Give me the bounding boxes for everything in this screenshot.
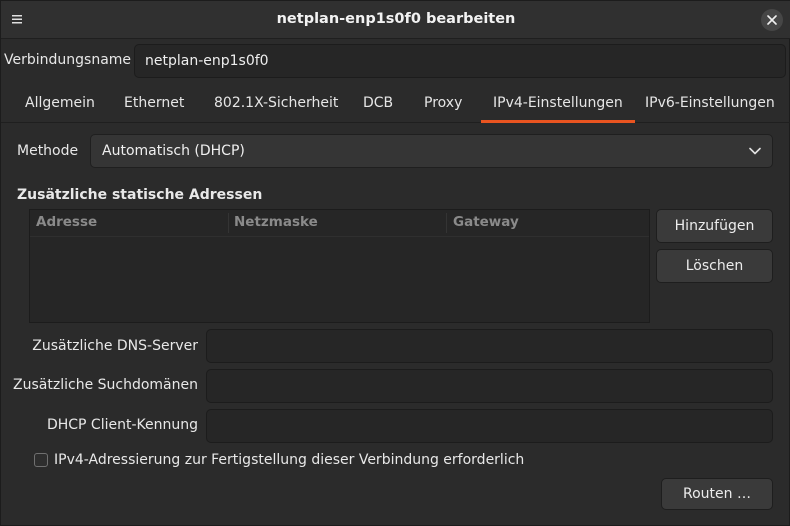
column-header-netmask[interactable]: Netzmaske	[234, 214, 318, 230]
search-domains-label: Zusätzliche Suchdomänen	[13, 377, 198, 393]
dhcp-client-id-input[interactable]	[206, 409, 773, 443]
tab-allgemein[interactable]: Allgemein	[25, 95, 95, 111]
method-dropdown[interactable]: Automatisch (DHCP)	[90, 134, 773, 168]
static-addresses-table[interactable]: Adresse Netzmaske Gateway	[29, 209, 650, 323]
search-domains-input[interactable]	[206, 369, 773, 403]
dns-servers-input[interactable]	[206, 329, 773, 363]
dialog-window: netplan-enp1s0f0 bearbeiten Verbindungsn…	[0, 0, 790, 526]
column-header-address[interactable]: Adresse	[36, 214, 97, 230]
window-title: netplan-enp1s0f0 bearbeiten	[276, 11, 516, 27]
table-header: Adresse Netzmaske Gateway	[30, 210, 649, 237]
dns-servers-label: Zusätzliche DNS-Server	[32, 338, 198, 354]
dhcp-client-id-label: DHCP Client-Kennung	[46, 417, 198, 433]
method-selected-value: Automatisch (DHCP)	[102, 143, 245, 159]
require-ipv4-label[interactable]: IPv4-Adressierung zur Fertigstellung die…	[54, 452, 524, 468]
static-addresses-title: Zusätzliche statische Adressen	[17, 187, 263, 203]
column-divider	[228, 213, 229, 233]
chevron-down-icon	[749, 147, 761, 155]
tab-8021x-security[interactable]: 802.1X-Sicherheit	[214, 95, 338, 111]
tab-bar: Allgemein Ethernet 802.1X-Sicherheit DCB…	[1, 85, 790, 123]
tab-ipv4-settings[interactable]: IPv4-Einstellungen	[481, 95, 635, 123]
require-ipv4-checkbox[interactable]	[34, 453, 48, 467]
delete-address-button[interactable]: Löschen	[656, 249, 773, 283]
routes-button[interactable]: Routen …	[661, 478, 773, 510]
title-bar: netplan-enp1s0f0 bearbeiten	[1, 1, 790, 39]
add-address-button[interactable]: Hinzufügen	[656, 209, 773, 243]
tab-proxy[interactable]: Proxy	[424, 95, 462, 111]
close-icon	[767, 15, 777, 25]
tab-ipv6-settings[interactable]: IPv6-Einstellungen	[645, 95, 775, 111]
column-header-gateway[interactable]: Gateway	[453, 214, 519, 230]
method-label: Methode	[17, 143, 79, 159]
column-divider	[446, 213, 447, 233]
connection-name-label: Verbindungsname	[4, 52, 132, 68]
close-button[interactable]	[761, 9, 783, 31]
tab-ethernet[interactable]: Ethernet	[124, 95, 184, 111]
connection-name-input[interactable]: netplan-enp1s0f0	[134, 44, 786, 78]
tab-dcb[interactable]: DCB	[363, 95, 393, 111]
